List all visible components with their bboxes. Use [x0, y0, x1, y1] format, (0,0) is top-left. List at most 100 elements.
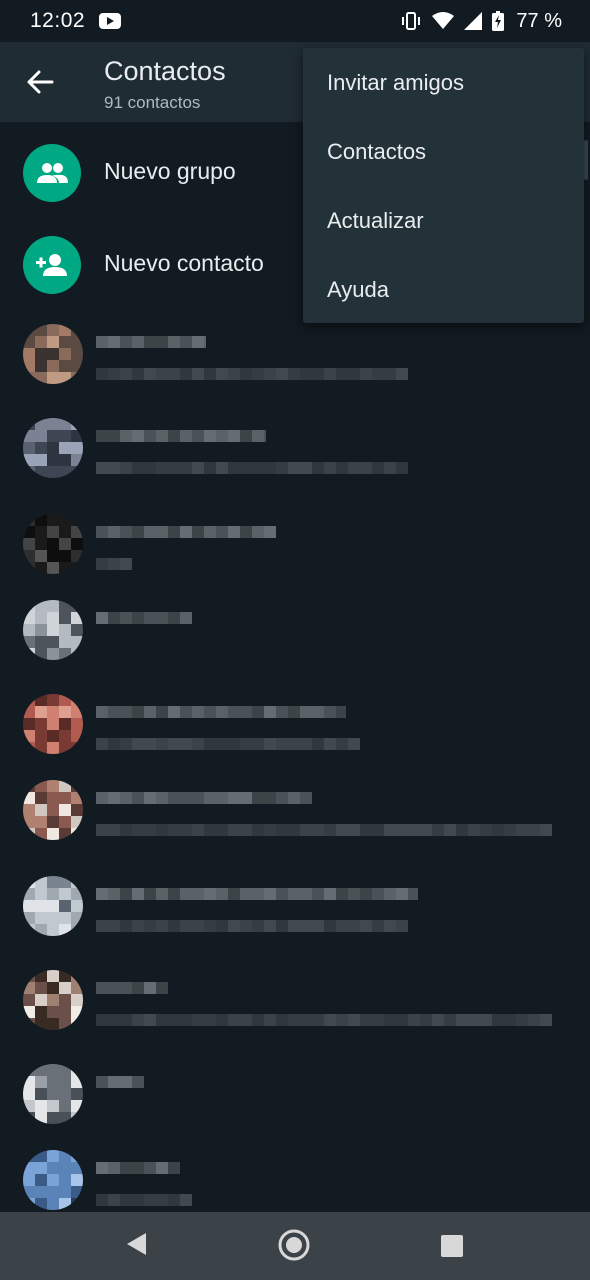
contact-name-redacted: [132, 336, 144, 348]
contact-name-redacted: [192, 430, 204, 442]
contact-status-redacted: [312, 920, 324, 932]
contact-name-redacted: [240, 888, 252, 900]
menu-item-help[interactable]: Ayuda: [303, 255, 584, 324]
contact-status-redacted: [156, 824, 168, 836]
contact-status-redacted: [180, 1014, 192, 1026]
group-icon: [23, 144, 81, 202]
contact-status-redacted: [204, 462, 216, 474]
contact-status-redacted: [288, 462, 300, 474]
contact-status-redacted: [276, 368, 288, 380]
contact-name-redacted: [204, 430, 216, 442]
contact-status-redacted: [276, 920, 288, 932]
contact-name-redacted: [132, 1162, 144, 1174]
contact-name-redacted: [156, 706, 168, 718]
contact-status-redacted: [168, 1194, 180, 1206]
contact-name-redacted: [240, 792, 252, 804]
contact-status-redacted: [516, 1014, 528, 1026]
contact-list-item[interactable]: [0, 876, 590, 968]
contact-status-redacted: [312, 462, 324, 474]
avatar: [23, 780, 83, 840]
contact-list-item[interactable]: [0, 324, 590, 416]
contact-status-redacted: [432, 824, 444, 836]
contact-status-redacted: [108, 738, 120, 750]
contact-status-redacted: [120, 558, 132, 570]
contact-list-item[interactable]: [0, 780, 590, 872]
contact-list-item[interactable]: [0, 970, 590, 1062]
contact-status-redacted: [108, 920, 120, 932]
contact-name-redacted: [264, 430, 266, 442]
contact-status-redacted: [108, 558, 120, 570]
contact-name-redacted: [108, 336, 120, 348]
contact-status-redacted: [96, 920, 108, 932]
avatar: [23, 876, 83, 936]
battery-charging-icon: [492, 11, 505, 31]
new-contact-label: Nuevo contacto: [104, 250, 264, 276]
nav-home-icon[interactable]: [277, 1228, 311, 1262]
menu-item-contacts[interactable]: Contactos: [303, 117, 584, 186]
contact-name-redacted: [216, 430, 228, 442]
contact-status-redacted: [180, 738, 192, 750]
contact-status-redacted: [516, 824, 528, 836]
contact-name-redacted: [156, 888, 168, 900]
contact-status-redacted: [120, 738, 132, 750]
contact-status-redacted: [288, 824, 300, 836]
contact-name-redacted: [372, 888, 384, 900]
contact-status-redacted: [156, 1014, 168, 1026]
contact-status-redacted: [180, 920, 192, 932]
contact-name-redacted: [288, 888, 300, 900]
contact-status-redacted: [168, 1014, 180, 1026]
contact-list-item[interactable]: [0, 600, 590, 692]
nav-recents-icon[interactable]: [440, 1234, 464, 1258]
contact-name-redacted: [108, 1162, 120, 1174]
contact-name-redacted: [180, 706, 192, 718]
contact-status-redacted: [348, 920, 360, 932]
contact-status-redacted: [336, 738, 348, 750]
contact-status-redacted: [216, 368, 228, 380]
contact-status-redacted: [348, 1014, 360, 1026]
menu-item-invite-friends[interactable]: Invitar amigos: [303, 48, 584, 117]
contact-status-redacted: [372, 920, 384, 932]
contact-list-item[interactable]: [0, 418, 590, 510]
contact-status-redacted: [372, 824, 384, 836]
contact-name-redacted: [144, 430, 156, 442]
contact-status-redacted: [180, 1194, 192, 1206]
contact-name-redacted: [216, 792, 228, 804]
contact-status-redacted: [120, 462, 132, 474]
contact-status-redacted: [288, 738, 300, 750]
contact-name-redacted: [168, 612, 180, 624]
contact-status-redacted: [132, 824, 144, 836]
contact-status-redacted: [144, 920, 156, 932]
contact-count: 91 contactos: [104, 93, 201, 112]
contact-status-redacted: [228, 824, 240, 836]
contact-status-redacted: [408, 1014, 420, 1026]
contact-status-redacted: [204, 738, 216, 750]
contact-name-redacted: [168, 888, 180, 900]
contact-status-redacted: [168, 920, 180, 932]
contact-status-redacted: [192, 920, 204, 932]
contact-status-redacted: [384, 462, 396, 474]
contact-status-redacted: [300, 920, 312, 932]
contact-name-redacted: [252, 430, 264, 442]
contact-name-redacted: [156, 430, 168, 442]
contact-status-redacted: [300, 824, 312, 836]
scrollbar-thumb[interactable]: [584, 140, 588, 180]
nav-back-icon[interactable]: [124, 1230, 148, 1258]
contact-name-redacted: [228, 792, 240, 804]
contact-name-redacted: [252, 888, 264, 900]
contact-status-redacted: [264, 738, 276, 750]
back-arrow-icon[interactable]: [26, 68, 54, 96]
contact-list-item[interactable]: [0, 1064, 590, 1156]
vibrate-icon: [402, 12, 421, 30]
contact-status-redacted: [120, 824, 132, 836]
contact-status-redacted: [180, 824, 192, 836]
contact-name-redacted: [132, 612, 144, 624]
contact-status-redacted: [168, 368, 180, 380]
contact-status-redacted: [432, 1014, 444, 1026]
menu-item-refresh[interactable]: Actualizar: [303, 186, 584, 255]
contact-name-redacted: [228, 888, 240, 900]
contact-name-redacted: [168, 1162, 180, 1174]
contact-list-item[interactable]: [0, 694, 590, 786]
contact-name-redacted: [300, 706, 312, 718]
contact-status-redacted: [456, 1014, 468, 1026]
contact-list-item[interactable]: [0, 514, 590, 606]
